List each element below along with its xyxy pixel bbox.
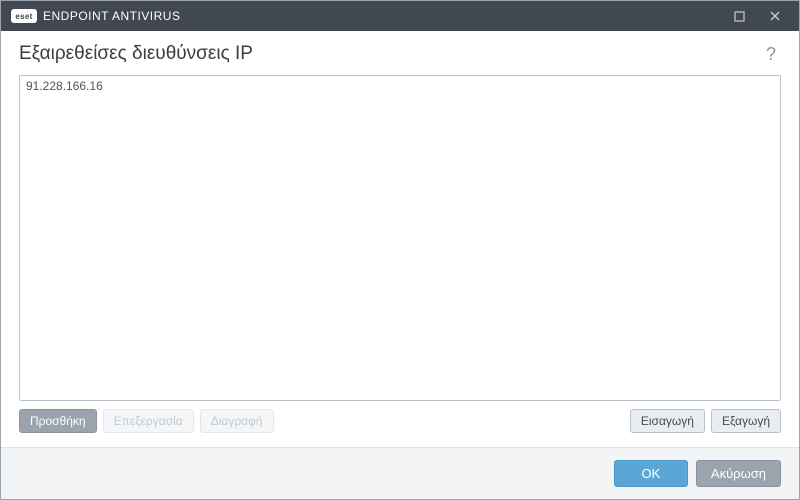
content-area: Εξαιρεθείσες διευθύνσεις IP ? 91.228.166… bbox=[1, 31, 799, 447]
help-button[interactable]: ? bbox=[761, 44, 781, 64]
export-button[interactable]: Εξαγωγή bbox=[711, 409, 781, 433]
page-title: Εξαιρεθείσες διευθύνσεις IP bbox=[19, 43, 253, 65]
cancel-button[interactable]: Ακύρωση bbox=[696, 460, 781, 487]
ok-button[interactable]: OK bbox=[614, 460, 688, 487]
app-name: ENDPOINT ANTIVIRUS bbox=[43, 9, 180, 23]
edit-button: Επεξεργασία bbox=[103, 409, 194, 433]
titlebar: eset ENDPOINT ANTIVIRUS bbox=[1, 1, 799, 31]
maximize-button[interactable] bbox=[721, 1, 757, 31]
delete-button: Διαγραφή bbox=[200, 409, 274, 433]
import-button[interactable]: Εισαγωγή bbox=[630, 409, 705, 433]
eset-logo-icon: eset bbox=[11, 9, 37, 23]
header-row: Εξαιρεθείσες διευθύνσεις IP ? bbox=[19, 43, 781, 65]
add-button[interactable]: Προσθήκη bbox=[19, 409, 97, 433]
app-window: eset ENDPOINT ANTIVIRUS Εξαιρεθείσες διε… bbox=[0, 0, 800, 500]
list-actions-row: Προσθήκη Επεξεργασία Διαγραφή Εισαγωγή Ε… bbox=[19, 409, 781, 433]
brand: eset ENDPOINT ANTIVIRUS bbox=[11, 9, 180, 23]
close-button[interactable] bbox=[757, 1, 793, 31]
list-item[interactable]: 91.228.166.16 bbox=[24, 78, 776, 94]
dialog-footer: OK Ακύρωση bbox=[1, 447, 799, 499]
ip-exclusions-listbox[interactable]: 91.228.166.16 bbox=[19, 75, 781, 401]
